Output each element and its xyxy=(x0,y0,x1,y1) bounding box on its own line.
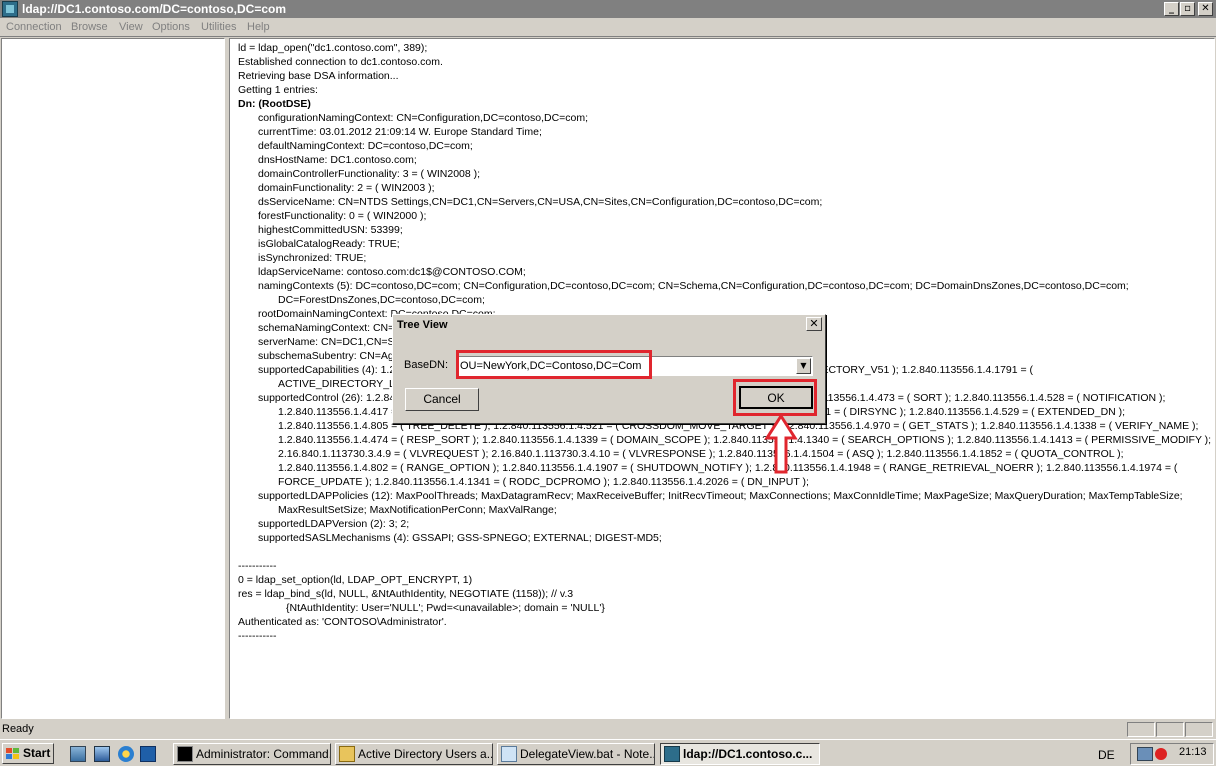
output-line: forestFunctionality: 0 = ( WIN2000 ); xyxy=(258,210,427,222)
output-line: ----------- xyxy=(238,630,277,642)
output-line: dnsHostName: DC1.contoso.com; xyxy=(258,154,417,166)
output-line: 0 = ldap_set_option(ld, LDAP_OPT_ENCRYPT… xyxy=(238,574,473,586)
status-bar: Ready xyxy=(0,720,1216,738)
ok-highlight-box xyxy=(733,379,817,416)
basedn-label: BaseDN: xyxy=(404,359,449,371)
volume-muted-icon[interactable] xyxy=(1155,748,1167,760)
ldp-app-icon xyxy=(2,1,18,17)
cmd-icon xyxy=(177,746,193,762)
menu-options[interactable]: Options xyxy=(152,21,190,33)
output-line: Dn: (RootDSE) xyxy=(238,98,311,110)
start-label: Start xyxy=(23,746,51,760)
task-label: Active Directory Users a... xyxy=(358,747,493,761)
menu-connection[interactable]: Connection xyxy=(6,21,62,33)
output-line: domainFunctionality: 2 = ( WIN2003 ); xyxy=(258,182,435,194)
output-line: ldapServiceName: contoso.com:dc1$@CONTOS… xyxy=(258,266,526,278)
dialog-title-text: Tree View xyxy=(397,319,448,331)
ldp-app-icon xyxy=(664,746,680,762)
dialog-close-button[interactable]: ✕ xyxy=(806,317,822,331)
output-line: isSynchronized: TRUE; xyxy=(258,252,367,264)
menu-browse[interactable]: Browse xyxy=(71,21,108,33)
window-title: ldap://DC1.contoso.com/DC=contoso,DC=com xyxy=(22,2,287,16)
output-line: highestCommittedUSN: 53399; xyxy=(258,224,403,236)
title-bar[interactable]: ldap://DC1.contoso.com/DC=contoso,DC=com… xyxy=(0,0,1216,18)
clock[interactable]: 21:13 xyxy=(1179,746,1207,758)
output-line: Authenticated as: 'CONTOSO\Administrator… xyxy=(238,616,447,628)
output-line: dsServiceName: CN=NTDS Settings,CN=DC1,C… xyxy=(258,196,823,208)
task-label: ldap://DC1.contoso.c... xyxy=(683,747,813,761)
basedn-highlight-box xyxy=(456,350,652,379)
notepad-icon xyxy=(501,746,517,762)
status-panel xyxy=(1156,722,1184,737)
output-line: Retrieving base DSA information... xyxy=(238,70,399,82)
output-line: 2.16.840.1.113730.3.4.9 = ( VLVREQUEST )… xyxy=(278,448,1124,460)
task-ad-users[interactable]: Active Directory Users a... xyxy=(335,743,493,765)
output-line: supportedLDAPPolicies (12): MaxPoolThrea… xyxy=(258,490,1183,502)
output-line: isGlobalCatalogReady: TRUE; xyxy=(258,238,400,250)
status-text: Ready xyxy=(2,723,34,735)
status-panel xyxy=(1185,722,1213,737)
output-line: configurationNamingContext: CN=Configura… xyxy=(258,112,589,124)
folder-icon xyxy=(339,746,355,762)
maximize-button[interactable]: ▫ xyxy=(1180,2,1195,16)
show-desktop-icon[interactable] xyxy=(94,746,110,762)
output-line: {NtAuthIdentity: User='NULL'; Pwd=<unava… xyxy=(286,602,605,614)
tree-pane[interactable] xyxy=(1,38,225,719)
menu-help[interactable]: Help xyxy=(247,21,270,33)
output-line: ld = ldap_open("dc1.contoso.com", 389); xyxy=(238,42,428,54)
internet-explorer-icon[interactable] xyxy=(118,746,134,762)
task-notepad[interactable]: DelegateView.bat - Note... xyxy=(497,743,655,765)
ldp-window: ldap://DC1.contoso.com/DC=contoso,DC=com… xyxy=(0,0,1216,766)
output-line: Getting 1 entries: xyxy=(238,84,318,96)
status-panel xyxy=(1127,722,1155,737)
output-line: Established connection to dc1.contoso.co… xyxy=(238,56,443,68)
close-button[interactable]: ✕ xyxy=(1198,2,1213,16)
task-label: Administrator: Command... xyxy=(196,747,331,761)
output-line: namingContexts (5): DC=contoso,DC=com; C… xyxy=(258,280,1129,292)
output-line: FORCE_UPDATE ); 1.2.840.113556.1.4.1341 … xyxy=(278,476,809,488)
menu-utilities[interactable]: Utilities xyxy=(201,21,236,33)
menu-bar: Connection Browse View Options Utilities… xyxy=(0,18,1216,37)
powershell-icon[interactable] xyxy=(140,746,156,762)
output-line: ----------- xyxy=(238,560,277,572)
arrow-up-icon xyxy=(764,414,798,474)
menu-view[interactable]: View xyxy=(119,21,143,33)
task-command-prompt[interactable]: Administrator: Command... xyxy=(173,743,331,765)
output-line: supportedLDAPVersion (2): 3; 2; xyxy=(258,518,410,530)
cancel-button[interactable]: Cancel xyxy=(405,388,479,411)
windows-flag-icon xyxy=(6,748,19,760)
system-tray: 21:13 xyxy=(1130,743,1214,765)
network-icon[interactable] xyxy=(1137,747,1153,761)
output-line: domainControllerFunctionality: 3 = ( WIN… xyxy=(258,168,481,180)
start-button[interactable]: Start xyxy=(2,743,54,764)
chevron-down-icon[interactable]: ▼ xyxy=(796,358,811,374)
output-line: res = ldap_bind_s(ld, NULL, &NtAuthIdent… xyxy=(238,588,574,600)
minimize-button[interactable]: _ xyxy=(1164,2,1179,16)
output-line: defaultNamingContext: DC=contoso,DC=com; xyxy=(258,140,473,152)
language-indicator[interactable]: DE xyxy=(1098,748,1115,762)
task-ldp[interactable]: ldap://DC1.contoso.c... xyxy=(660,743,820,765)
output-line: currentTime: 03.01.2012 21:09:14 W. Euro… xyxy=(258,126,542,138)
task-label: DelegateView.bat - Note... xyxy=(520,747,655,761)
dialog-title: Tree View xyxy=(395,317,823,335)
output-line: MaxResultSetSize; MaxNotificationPerConn… xyxy=(278,504,557,516)
output-line: DC=ForestDnsZones,DC=contoso,DC=com; xyxy=(278,294,485,306)
output-line: 1.2.840.113556.1.4.474 = ( RESP_SORT ); … xyxy=(278,434,1212,446)
taskbar: Start Administrator: Command... Active D… xyxy=(0,739,1216,766)
server-manager-icon[interactable] xyxy=(70,746,86,762)
output-line: supportedSASLMechanisms (4): GSSAPI; GSS… xyxy=(258,532,662,544)
output-line: 1.2.840.113556.1.4.802 = ( RANGE_OPTION … xyxy=(278,462,1178,474)
